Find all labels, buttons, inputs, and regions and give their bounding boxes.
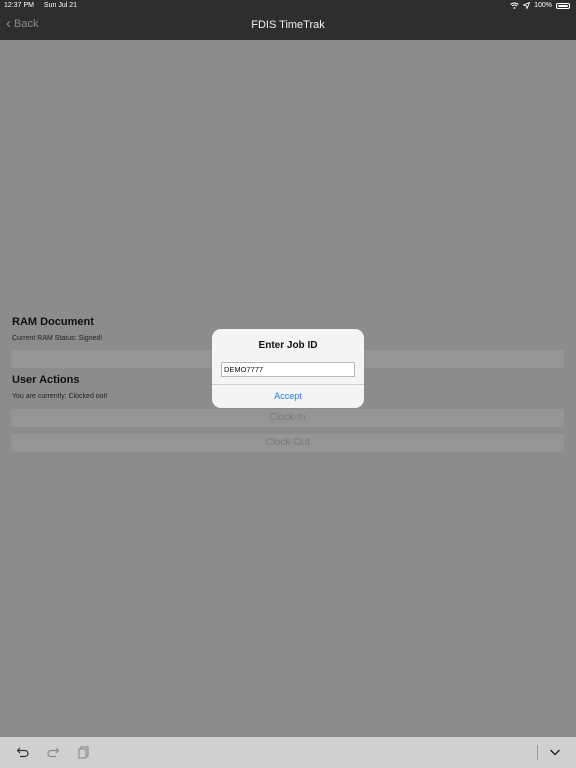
- user-actions-heading: User Actions: [12, 374, 80, 386]
- status-time: 12:37 PM: [4, 2, 34, 9]
- location-icon: [523, 2, 531, 9]
- battery-percent: 100%: [534, 2, 552, 9]
- enter-job-id-dialog: Enter Job ID Accept: [212, 329, 364, 408]
- undo-icon[interactable]: [16, 745, 30, 759]
- dialog-title: Enter Job ID: [258, 340, 318, 351]
- chevron-down-icon[interactable]: [548, 745, 562, 759]
- redo-icon[interactable]: [46, 745, 60, 759]
- navigation-bar: ‹ Back FDIS TimeTrak: [0, 12, 576, 40]
- job-id-input[interactable]: [221, 362, 355, 377]
- status-date: Sun Jul 21: [43, 2, 78, 9]
- keyboard-toolbar: [0, 737, 576, 768]
- page-title: FDIS TimeTrak: [251, 19, 325, 31]
- ram-status-text: Current RAM Status: Signed!: [12, 335, 103, 342]
- accept-button[interactable]: Accept: [212, 385, 364, 408]
- clock-status-text: You are currently: Clocked out!: [12, 393, 108, 400]
- wifi-icon: [510, 2, 519, 9]
- toolbar-divider: [537, 745, 538, 760]
- ram-document-heading: RAM Document: [12, 316, 94, 328]
- clock-out-button[interactable]: Clock-Out: [11, 434, 564, 452]
- battery-icon: [556, 2, 570, 9]
- clock-in-button[interactable]: Clock-In: [11, 409, 564, 427]
- paste-icon[interactable]: [77, 745, 91, 759]
- status-bar: 12:37 PM Sun Jul 21 100%: [0, 0, 576, 12]
